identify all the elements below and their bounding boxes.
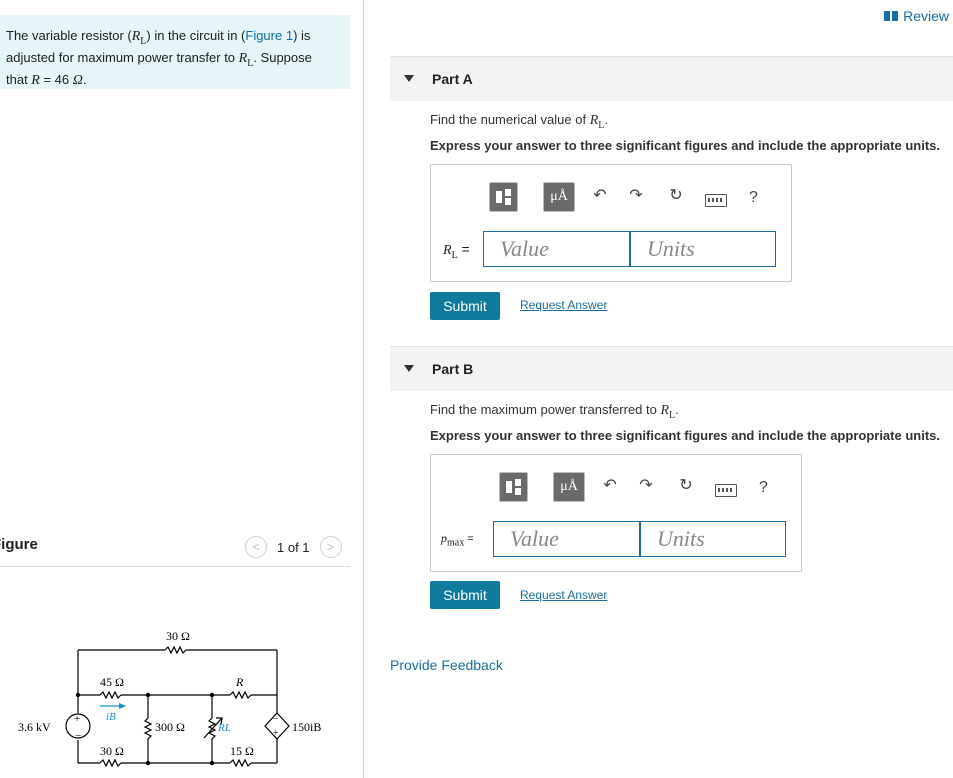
- part-a-header[interactable]: Part A: [390, 56, 953, 101]
- resistor-300: [143, 717, 153, 740]
- keyboard-icon[interactable]: [715, 484, 737, 497]
- figure-nav: < 1 of 1 >: [245, 536, 342, 558]
- part-a-submit-button[interactable]: Submit: [430, 292, 500, 320]
- templates-icon[interactable]: [489, 182, 518, 212]
- units-field[interactable]: [631, 232, 775, 266]
- units-icon[interactable]: μÅ: [543, 182, 575, 212]
- part-b-question: Find the maximum power transferred to RL…: [430, 402, 679, 421]
- help-icon[interactable]: ?: [749, 189, 758, 207]
- reset-icon[interactable]: ↻: [667, 187, 685, 205]
- review-link[interactable]: Review: [884, 8, 949, 24]
- figure-link[interactable]: Figure 1: [245, 28, 293, 43]
- label-source: 3.6 kV: [18, 720, 51, 734]
- problem-statement: The variable resistor (RL) in the circui…: [0, 15, 350, 89]
- keyboard-icon[interactable]: [705, 194, 727, 207]
- label-dep-plus: +: [273, 728, 279, 739]
- provide-feedback-link[interactable]: Provide Feedback: [390, 657, 503, 673]
- label-r: R: [235, 675, 244, 689]
- junction-dot: [209, 692, 215, 698]
- pane-divider: [363, 0, 364, 778]
- prev-figure-button[interactable]: <: [245, 536, 267, 558]
- junction-dot: [145, 692, 151, 698]
- resistor-15: [229, 758, 252, 768]
- units-icon[interactable]: μÅ: [553, 472, 585, 502]
- label-ib: iB: [106, 711, 116, 723]
- r-symbol: R: [31, 72, 40, 88]
- label-source-minus: −: [75, 730, 81, 742]
- next-figure-button[interactable]: >: [319, 536, 342, 558]
- label-source-plus: +: [74, 713, 80, 725]
- value-field[interactable]: [494, 522, 639, 556]
- label-rl: RL: [217, 722, 231, 734]
- figure-counter: 1 of 1: [277, 539, 310, 555]
- resistor-r: [229, 690, 252, 700]
- current-arrowhead: [119, 703, 126, 709]
- value-field[interactable]: [484, 232, 629, 266]
- value-input[interactable]: [483, 231, 630, 267]
- resistor-30-top: [164, 645, 187, 655]
- units-input[interactable]: [630, 231, 776, 267]
- redo-icon[interactable]: ↷: [637, 477, 655, 495]
- problem-text: The variable resistor (RL) in the circui…: [6, 28, 312, 88]
- review-icon: [884, 11, 899, 21]
- label-300: 300 Ω: [155, 720, 185, 734]
- circuit-diagram: 30 Ω 45 Ω R 3.6 kV + − iB 300 Ω RL 150iB…: [18, 629, 321, 768]
- resistor-45: [99, 690, 122, 700]
- part-a-question: Find the numerical value of RL.: [430, 112, 608, 131]
- label-dep-source: 150iB: [292, 720, 321, 734]
- part-b-answer-box: μÅ ↶ ↷ ↻ ? pmax =: [430, 454, 802, 572]
- resistor-30-bot: [99, 758, 122, 768]
- part-b-instruction: Express your answer to three significant…: [430, 428, 940, 443]
- rl-symbol: RL: [131, 29, 147, 47]
- rl-symbol: RL: [238, 50, 254, 69]
- templates-icon[interactable]: [499, 472, 528, 502]
- label-30-top: 30 Ω: [166, 629, 190, 643]
- figure-divider: [0, 566, 350, 567]
- part-b-submit-button[interactable]: Submit: [430, 581, 500, 609]
- junction-dot: [75, 692, 81, 698]
- part-b-request-answer-link[interactable]: Request Answer: [520, 588, 607, 602]
- part-b-title: Part B: [432, 361, 474, 377]
- rl-label: RL =: [443, 241, 470, 261]
- collapse-arrow-icon[interactable]: [404, 365, 414, 372]
- units-field[interactable]: [641, 522, 785, 556]
- junction-dot: [145, 760, 151, 766]
- help-icon[interactable]: ?: [759, 479, 768, 497]
- part-a-answer-box: μÅ ↶ ↷ ↻ ? RL =: [430, 164, 792, 282]
- junction-dot: [209, 760, 215, 766]
- ohm-symbol: Ω: [72, 72, 83, 88]
- undo-icon[interactable]: ↶: [601, 477, 619, 495]
- part-b-header[interactable]: Part B: [390, 346, 953, 391]
- label-45: 45 Ω: [100, 675, 124, 689]
- label-30-bot: 30 Ω: [100, 744, 124, 758]
- label-15: 15 Ω: [230, 744, 254, 758]
- label-dep-minus: −: [273, 714, 279, 725]
- part-a-request-answer-link[interactable]: Request Answer: [520, 298, 607, 312]
- part-a-title: Part A: [432, 71, 473, 87]
- undo-icon[interactable]: ↶: [591, 187, 609, 205]
- part-a-instruction: Express your answer to three significant…: [430, 138, 940, 153]
- value-input[interactable]: [493, 521, 640, 557]
- collapse-arrow-icon[interactable]: [404, 75, 414, 82]
- redo-icon[interactable]: ↷: [627, 187, 645, 205]
- units-input[interactable]: [640, 521, 786, 557]
- figure-title: Figure: [0, 536, 38, 553]
- pmax-label: pmax =: [441, 531, 474, 549]
- reset-icon[interactable]: ↻: [677, 477, 695, 495]
